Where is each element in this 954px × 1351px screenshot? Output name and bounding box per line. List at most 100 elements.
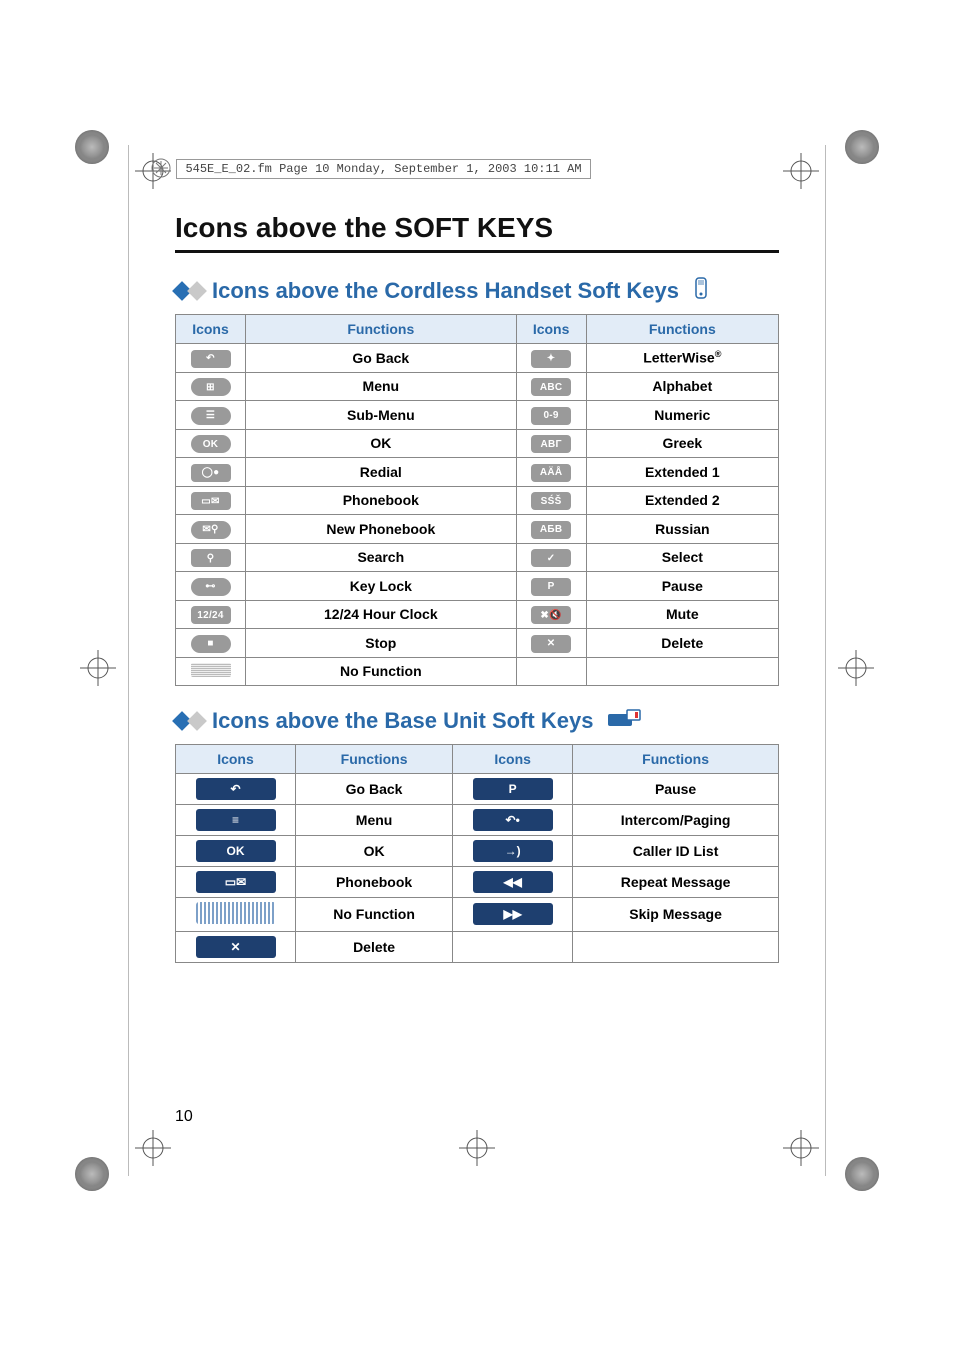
stop-icon: ■ — [191, 635, 231, 653]
table-row: ≡Menu↶•Intercom/Paging — [176, 804, 779, 835]
section-base-title: Icons above the Base Unit Soft Keys — [212, 708, 593, 734]
search-icon: ⚲ — [191, 549, 231, 567]
ok-icon: OK — [191, 435, 231, 453]
letterwise-icon: ✦ — [516, 344, 586, 373]
table-row: ▭✉Phonebook◀◀Repeat Message — [176, 866, 779, 897]
col-icons: Icons — [516, 315, 586, 344]
reg-mark-bc — [459, 1130, 495, 1166]
numeric-icon: 0-9 — [516, 401, 586, 430]
mute-icon: ✖🔇 — [516, 600, 586, 629]
table-row: ▭✉PhonebookSŚŠExtended 2 — [176, 486, 779, 515]
greek-icon: ΑΒΓ — [531, 435, 571, 453]
function-label: Go Back — [296, 773, 453, 804]
function-label: Repeat Message — [573, 866, 779, 897]
table-row: ↶Go BackPPause — [176, 773, 779, 804]
delete-icon: ✕ — [516, 629, 586, 658]
base-delete-icon: ✕ — [176, 931, 296, 962]
function-label: No Function — [296, 897, 453, 931]
page-title: Icons above the SOFT KEYS — [175, 212, 779, 253]
table-row: No Function▶▶Skip Message — [176, 897, 779, 931]
table-row: OKOKΑΒΓGreek — [176, 429, 779, 458]
print-header-text: 545E_E_02.fm Page 10 Monday, September 1… — [176, 159, 590, 179]
print-corner-tl — [75, 130, 109, 164]
col-functions: Functions — [573, 744, 779, 773]
base-phonebook-icon: ▭✉ — [196, 871, 276, 893]
handset-icons-table: Icons Functions Icons Functions ↶Go Back… — [175, 314, 779, 686]
function-label: Key Lock — [246, 572, 517, 601]
base-menu-icon: ≡ — [196, 809, 276, 831]
base-repeat-icon: ◀◀ — [453, 866, 573, 897]
empty-cell — [453, 931, 573, 962]
table-row: ■Stop✕Delete — [176, 629, 779, 658]
col-icons: Icons — [453, 744, 573, 773]
section-handset-header: Icons above the Cordless Handset Soft Ke… — [175, 277, 779, 304]
key-lock-icon: ⊷ — [191, 578, 231, 596]
base-go-back-icon: ↶ — [196, 778, 276, 800]
base-pause-icon: P — [453, 773, 573, 804]
key-lock-icon: ⊷ — [176, 572, 246, 601]
col-icons: Icons — [176, 744, 296, 773]
base-no-function-icon — [196, 902, 276, 924]
table-row: ✉⚲New PhonebookАБВRussian — [176, 515, 779, 544]
function-label: Mute — [586, 600, 778, 629]
page-number: 10 — [175, 1108, 193, 1126]
function-label: No Function — [246, 657, 517, 685]
table-row: ✕ Delete — [176, 931, 779, 962]
russian-icon: АБВ — [516, 515, 586, 544]
greek-icon: ΑΒΓ — [516, 429, 586, 458]
table-row: ☰Sub-Menu0-9Numeric — [176, 401, 779, 430]
base-icons-table: Icons Functions Icons Functions ↶ Go Back… — [175, 744, 779, 963]
table-row: 12/2412/24 Hour Clock✖🔇Mute — [176, 600, 779, 629]
base-go-back-icon: ↶ — [176, 773, 296, 804]
reg-mark-ml — [80, 650, 116, 686]
section-handset-title: Icons above the Cordless Handset Soft Ke… — [212, 278, 679, 304]
search-icon: ⚲ — [176, 543, 246, 572]
function-label: Menu — [296, 804, 453, 835]
numeric-icon: 0-9 — [531, 407, 571, 425]
col-functions: Functions — [246, 315, 517, 344]
empty-cell — [586, 657, 778, 685]
reg-mark-bl — [135, 1130, 171, 1166]
base-skip-icon: ▶▶ — [473, 903, 553, 925]
base-intercom-icon: ↶• — [473, 809, 553, 831]
no-function-icon — [176, 657, 246, 685]
function-label: Select — [586, 543, 778, 572]
base-ok-icon: OK — [196, 840, 276, 862]
reg-mark-mr — [838, 650, 874, 686]
function-label: Delete — [586, 629, 778, 658]
function-label: Extended 1 — [586, 458, 778, 487]
table-row: ⊷Key LockPPause — [176, 572, 779, 601]
new-phonebook-icon: ✉⚲ — [191, 521, 231, 539]
menu-icon: ⊞ — [176, 372, 246, 401]
clock-1224-icon: 12/24 — [191, 606, 231, 624]
reg-mark-br — [783, 1130, 819, 1166]
section-base-header: Icons above the Base Unit Soft Keys — [175, 708, 779, 734]
function-label: Delete — [296, 931, 453, 962]
col-functions: Functions — [296, 744, 453, 773]
print-header: 545E_E_02.fm Page 10 Monday, September 1… — [150, 157, 591, 179]
function-label: Menu — [246, 372, 517, 401]
print-corner-br — [845, 1157, 879, 1191]
extended1-icon: AÄÅ — [531, 464, 571, 482]
new-phonebook-icon: ✉⚲ — [176, 515, 246, 544]
function-label: LetterWise® — [586, 344, 778, 373]
go-back-icon: ↶ — [176, 344, 246, 373]
select-icon: ✓ — [531, 549, 571, 567]
col-icons: Icons — [176, 315, 246, 344]
base-ok-icon: OK — [176, 835, 296, 866]
base-delete-icon: ✕ — [196, 936, 276, 958]
base-no-function-icon — [176, 897, 296, 931]
extended1-icon: AÄÅ — [516, 458, 586, 487]
table-row: No Function — [176, 657, 779, 685]
redial-icon: ◯● — [191, 464, 231, 482]
extended2-icon: SŚŠ — [516, 486, 586, 515]
table-row: ↶Go Back✦LetterWise® — [176, 344, 779, 373]
submenu-icon: ☰ — [191, 407, 231, 425]
base-intercom-icon: ↶• — [453, 804, 573, 835]
function-label: OK — [246, 429, 517, 458]
function-label: Russian — [586, 515, 778, 544]
bullet-diamonds-icon — [175, 714, 204, 728]
guide-line-left — [128, 145, 129, 1176]
function-label: Caller ID List — [573, 835, 779, 866]
base-pause-icon: P — [473, 778, 553, 800]
